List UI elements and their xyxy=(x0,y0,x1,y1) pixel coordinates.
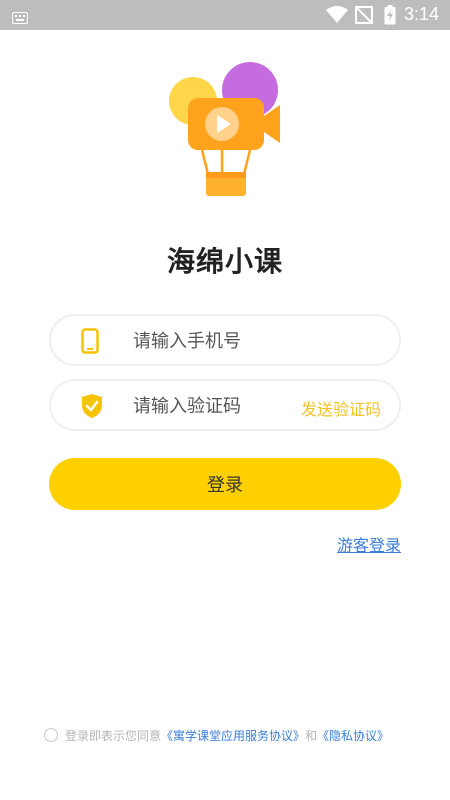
agreement-conjunction: 和 xyxy=(305,729,318,743)
agreement-prefix: 登录即表示您同意 xyxy=(65,729,162,743)
agreement-text: 登录即表示您同意《寓学课堂应用服务协议》和《隐私协议》 xyxy=(65,727,389,744)
no-signal-icon xyxy=(354,5,374,29)
battery-charging-icon xyxy=(384,5,396,29)
keyboard-icon xyxy=(12,9,28,28)
send-code-button[interactable]: 发送验证码 xyxy=(301,396,381,420)
code-field[interactable]: 发送验证码 xyxy=(49,379,401,431)
agreement: 登录即表示您同意《寓学课堂应用服务协议》和《隐私协议》 xyxy=(44,726,424,746)
mobile-phone-icon xyxy=(81,328,99,358)
phone-field[interactable] xyxy=(49,314,401,366)
wifi-icon xyxy=(326,6,348,28)
code-input[interactable] xyxy=(133,391,303,421)
agreement-checkbox[interactable] xyxy=(44,728,58,742)
shield-check-icon xyxy=(81,393,103,423)
service-agreement-link[interactable]: 《寓学课堂应用服务协议》 xyxy=(161,729,305,743)
app-title: 海绵小课 xyxy=(166,245,283,278)
login-button-label: 登录 xyxy=(207,475,243,496)
login-button[interactable]: 登录 xyxy=(49,458,401,510)
privacy-agreement-link[interactable]: 《隐私协议》 xyxy=(317,729,389,743)
guest-login-link[interactable]: 游客登录 xyxy=(337,532,401,556)
phone-input[interactable] xyxy=(133,326,303,356)
app-logo xyxy=(166,58,286,208)
status-bar: 3:14 xyxy=(0,0,450,30)
status-time: 3:14 xyxy=(404,4,440,24)
